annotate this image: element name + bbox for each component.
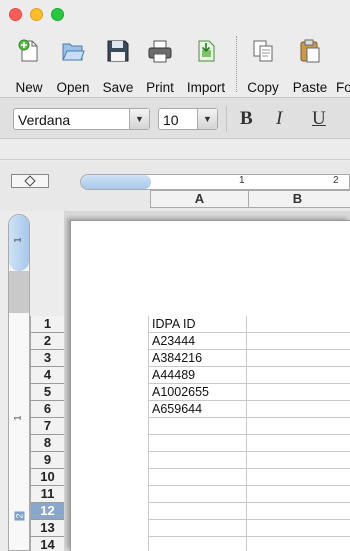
ruler-mark-2: 2 — [333, 175, 339, 186]
cell-b1[interactable] — [246, 316, 350, 333]
import-button[interactable]: Import — [182, 36, 230, 95]
row-header-9[interactable]: 9 — [30, 452, 64, 469]
vruler-mark: 1 — [12, 415, 23, 421]
main-toolbar: New Open Save Print Import Copy Paste Fo — [0, 32, 350, 96]
format-bar: Verdana ▼ 10 ▼ B I U — [0, 97, 350, 139]
ruler-mark-1: 1 — [239, 175, 245, 186]
cell-a5[interactable]: A1002655 — [148, 384, 246, 401]
vruler-mark: 2 — [14, 511, 25, 521]
toolbar-separator — [236, 36, 237, 92]
printer-icon — [148, 40, 172, 63]
row-header-1[interactable]: 1 — [30, 316, 64, 333]
row-header-6[interactable]: 6 — [30, 401, 64, 418]
title-bar — [0, 0, 350, 30]
print-button[interactable]: Print — [142, 36, 178, 95]
cell-a2[interactable]: A23444 — [148, 333, 246, 350]
font-name-select[interactable]: Verdana ▼ — [13, 108, 150, 130]
cell-b2[interactable] — [246, 333, 350, 350]
cell-b11[interactable] — [246, 486, 350, 503]
column-header-a[interactable]: A — [150, 191, 248, 207]
new-document-icon — [18, 39, 38, 62]
row-header-10[interactable]: 10 — [30, 469, 64, 486]
row-header-7[interactable]: 7 — [30, 418, 64, 435]
new-button-label: New — [15, 80, 43, 95]
vertical-ruler[interactable]: 1 1 2 — [8, 214, 30, 551]
cell-b9[interactable] — [246, 452, 350, 469]
cell-b8[interactable] — [246, 435, 350, 452]
open-folder-icon — [62, 43, 85, 61]
cell-b10[interactable] — [246, 469, 350, 486]
cell-a10[interactable] — [148, 469, 246, 486]
cell-b4[interactable] — [246, 367, 350, 384]
import-button-label: Import — [186, 80, 226, 95]
horizontal-ruler[interactable]: 1 2 — [80, 174, 350, 190]
row-header-5[interactable]: 5 — [30, 384, 64, 401]
save-button-label: Save — [102, 80, 134, 95]
cell-b12[interactable] — [246, 503, 350, 520]
ruler-margin-thumb[interactable] — [81, 175, 151, 189]
cell-b13[interactable] — [246, 520, 350, 537]
formula-gap — [0, 140, 350, 160]
column-header-bar: A B — [150, 190, 350, 208]
underline-button[interactable]: U — [312, 108, 326, 130]
cell-a12[interactable] — [148, 503, 246, 520]
cell-a14[interactable] — [148, 537, 246, 551]
minimize-window-button[interactable] — [30, 8, 43, 21]
cell-b6[interactable] — [246, 401, 350, 418]
cell-a13[interactable] — [148, 520, 246, 537]
save-button[interactable]: Save — [99, 36, 137, 95]
cell-a3[interactable]: A384216 — [148, 350, 246, 367]
cell-a7[interactable] — [148, 418, 246, 435]
import-icon — [198, 40, 215, 62]
print-button-label: Print — [146, 80, 174, 95]
cell-a6[interactable]: A659644 — [148, 401, 246, 418]
chevron-down-icon[interactable]: ▼ — [197, 109, 217, 129]
row-header-11[interactable]: 11 — [30, 486, 64, 503]
format-button-partial[interactable]: Fo — [336, 36, 350, 94]
cell-b3[interactable] — [246, 350, 350, 367]
italic-button[interactable]: I — [276, 108, 282, 130]
vruler-mark: 1 — [12, 237, 23, 243]
cell-a9[interactable] — [148, 452, 246, 469]
cell-a4[interactable]: A44489 — [148, 367, 246, 384]
row-header-2[interactable]: 2 — [30, 333, 64, 350]
row-header-14[interactable]: 14 — [30, 537, 64, 551]
row-header-12[interactable]: 12 — [30, 503, 64, 520]
copy-button[interactable]: Copy — [244, 36, 282, 95]
paste-button[interactable]: Paste — [289, 36, 331, 95]
cell-b5[interactable] — [246, 384, 350, 401]
vertical-ruler-thumb[interactable] — [9, 215, 29, 271]
format-separator — [226, 106, 227, 132]
open-button-label: Open — [56, 80, 90, 95]
paste-icon — [300, 39, 320, 63]
format-button-label: Fo — [336, 80, 350, 94]
row-header-4[interactable]: 4 — [30, 367, 64, 384]
chevron-down-icon[interactable]: ▼ — [129, 109, 149, 129]
cell-a11[interactable] — [148, 486, 246, 503]
font-name-value: Verdana — [18, 112, 71, 128]
bold-button[interactable]: B — [240, 108, 253, 130]
view-toggle-button[interactable] — [11, 174, 49, 188]
cell-b14[interactable] — [246, 537, 350, 551]
close-window-button[interactable] — [9, 8, 22, 21]
new-button[interactable]: New — [12, 36, 46, 95]
zoom-window-button[interactable] — [51, 8, 64, 21]
column-header-b[interactable]: B — [248, 191, 346, 207]
vertical-ruler-margin — [9, 271, 29, 313]
copy-icon — [253, 40, 273, 62]
save-disk-icon — [107, 40, 129, 62]
row-header-8[interactable]: 8 — [30, 435, 64, 452]
diamond-icon — [24, 175, 36, 187]
row-header-13[interactable]: 13 — [30, 520, 64, 537]
cell-b7[interactable] — [246, 418, 350, 435]
copy-button-label: Copy — [247, 80, 279, 95]
font-size-select[interactable]: 10 ▼ — [158, 108, 218, 130]
cell-a8[interactable] — [148, 435, 246, 452]
open-button[interactable]: Open — [52, 36, 94, 95]
cell-a1[interactable]: IDPA ID — [148, 316, 246, 333]
paste-button-label: Paste — [292, 80, 328, 95]
font-size-value: 10 — [163, 112, 179, 128]
row-header-3[interactable]: 3 — [30, 350, 64, 367]
